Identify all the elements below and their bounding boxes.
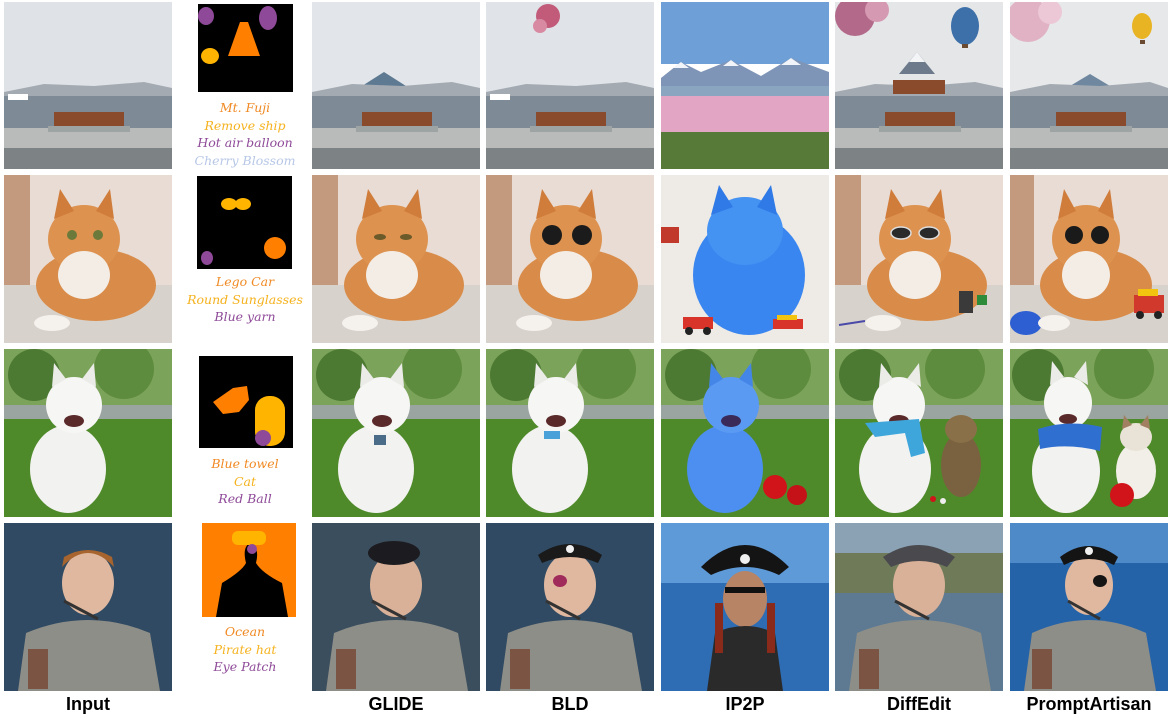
- row2-input-image: [4, 175, 172, 343]
- row1-input-image: [4, 2, 172, 169]
- column-label-ip2p: IP2P: [725, 694, 765, 714]
- row3-prompt-2: Cat: [233, 473, 257, 489]
- row3-glide-image: [312, 349, 480, 517]
- row2-prompt-list: Lego Car Round Sunglasses Blue yarn: [180, 273, 310, 326]
- row3-promptartisan-image: [1010, 349, 1168, 517]
- row1-mask: [198, 4, 293, 92]
- row2-prompt-3: Blue yarn: [214, 309, 276, 324]
- row2-glide-image: [312, 175, 480, 343]
- column-label-promptartisan: PromptArtisan: [1026, 694, 1152, 714]
- row3-bld-image: [486, 349, 654, 517]
- row3-prompt-1: Blue towel: [211, 456, 279, 471]
- row4-prompt-2: Pirate hat: [213, 641, 277, 657]
- row2-diffedit-image: [835, 175, 1003, 343]
- row4-bld-image: [486, 523, 654, 691]
- row3-ip2p-image: [661, 349, 829, 517]
- row3-prompt-3: Red Ball: [218, 491, 272, 506]
- row4-ip2p-image: [661, 523, 829, 691]
- column-label-input: Input: [66, 694, 110, 714]
- row4-prompt-3: Eye Patch: [213, 659, 277, 674]
- row1-diffedit-image: [835, 2, 1003, 169]
- row3-input-image: [4, 349, 172, 517]
- row3-mask: [199, 356, 293, 448]
- row1-prompt-2: Remove ship: [204, 117, 286, 133]
- row2-bld-image: [486, 175, 654, 343]
- row1-prompt-4: Cherry Blossom: [194, 152, 296, 168]
- row2-mask: [197, 176, 292, 269]
- row4-diffedit-image: [835, 523, 1003, 691]
- row4-promptartisan-image: [1010, 523, 1168, 691]
- row3-diffedit-image: [835, 349, 1003, 517]
- row4-mask: [202, 523, 296, 617]
- row4-input-image: [4, 523, 172, 691]
- row1-prompt-1: Mt. Fuji: [219, 100, 271, 115]
- row1-prompt-3: Hot air balloon: [197, 135, 293, 150]
- column-label-glide: GLIDE: [368, 694, 424, 714]
- row1-prompt-list: Mt. Fuji Remove ship Hot air balloon Che…: [180, 99, 310, 169]
- row4-prompt-list: Ocean Pirate hat Eye Patch: [180, 623, 310, 676]
- row4-prompt-1: Ocean: [224, 624, 266, 639]
- row3-prompt-list: Blue towel Cat Red Ball: [180, 455, 310, 508]
- row1-ip2p-image: [661, 2, 829, 169]
- row4-glide-image: [312, 523, 480, 691]
- row2-prompt-2: Round Sunglasses: [187, 291, 303, 307]
- row2-prompt-1: Lego Car: [215, 274, 275, 289]
- row1-bld-image: [486, 2, 654, 169]
- row1-promptartisan-image: [1010, 2, 1168, 169]
- column-label-bld: BLD: [551, 694, 589, 714]
- row2-promptartisan-image: [1010, 175, 1168, 343]
- row2-ip2p-image: [661, 175, 829, 343]
- row1-glide-image: [312, 2, 480, 169]
- column-label-diffedit: DiffEdit: [887, 694, 951, 714]
